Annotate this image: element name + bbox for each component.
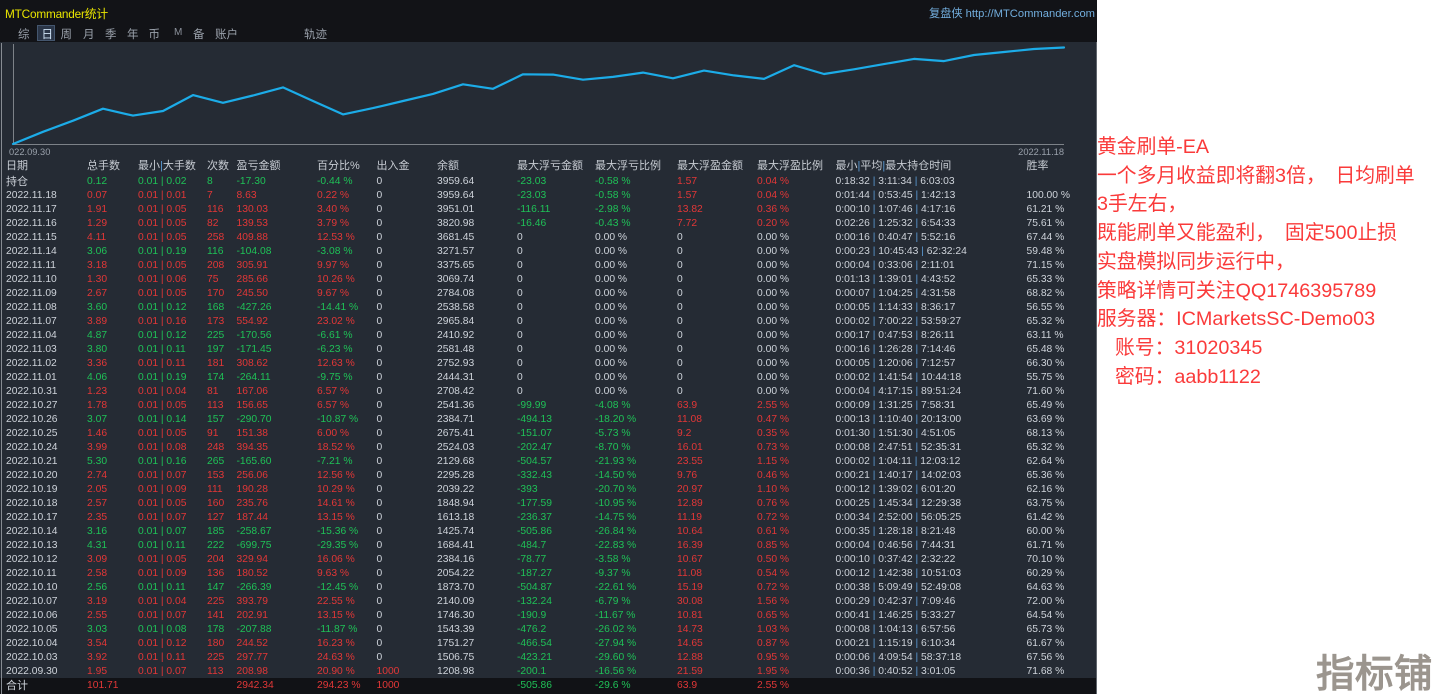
svg-text:022.09.30: 022.09.30	[9, 147, 50, 157]
svg-text:2022.11.18: 2022.11.18	[1018, 147, 1064, 157]
